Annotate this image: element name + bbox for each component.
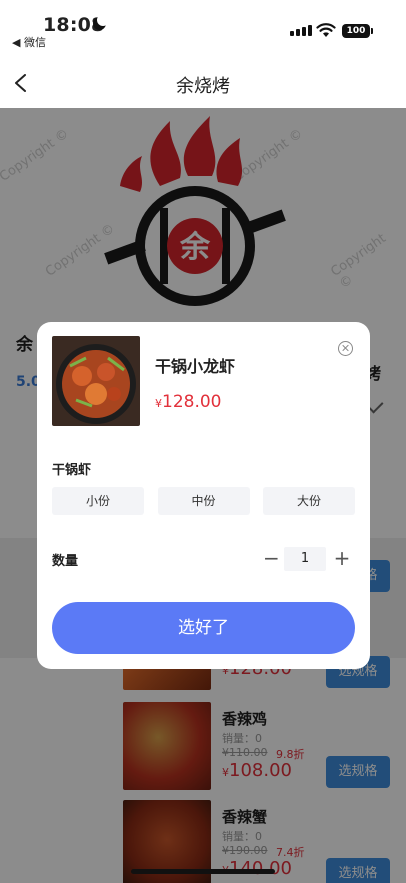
- spec-group-title: 干锅虾: [52, 463, 92, 478]
- confirm-button[interactable]: 选好了: [52, 602, 355, 654]
- spec-modal: 干锅小龙虾 ¥128.00 干锅虾 小份 中份 大份 数量 − 1 + 选好了: [37, 322, 370, 669]
- nav-bar: 余烧烤: [0, 52, 406, 108]
- page-title: 余烧烤: [176, 76, 230, 97]
- spec-option-large[interactable]: 大份: [263, 487, 355, 515]
- minus-icon[interactable]: −: [263, 544, 280, 572]
- spec-option-medium[interactable]: 中份: [157, 487, 250, 515]
- quantity-value[interactable]: 1: [284, 547, 326, 571]
- status-bar: 18:08 ◀ 微信 100: [0, 0, 406, 52]
- modal-dish-name: 干锅小龙虾: [155, 357, 236, 376]
- wifi-icon: [316, 23, 336, 37]
- quantity-label: 数量: [52, 554, 79, 569]
- signal-icon: [290, 25, 312, 36]
- home-indicator: [131, 869, 275, 874]
- close-icon[interactable]: [338, 341, 353, 356]
- battery-icon: 100: [342, 24, 373, 38]
- spec-options: 小份 中份 大份: [52, 487, 355, 515]
- back-to-app-link[interactable]: ◀ 微信: [12, 34, 46, 50]
- moon-icon: [93, 14, 109, 30]
- modal-dish-price: ¥128.00: [155, 392, 222, 412]
- plus-icon[interactable]: +: [333, 544, 351, 572]
- dish-image: [52, 336, 140, 426]
- spec-option-small[interactable]: 小份: [52, 487, 144, 515]
